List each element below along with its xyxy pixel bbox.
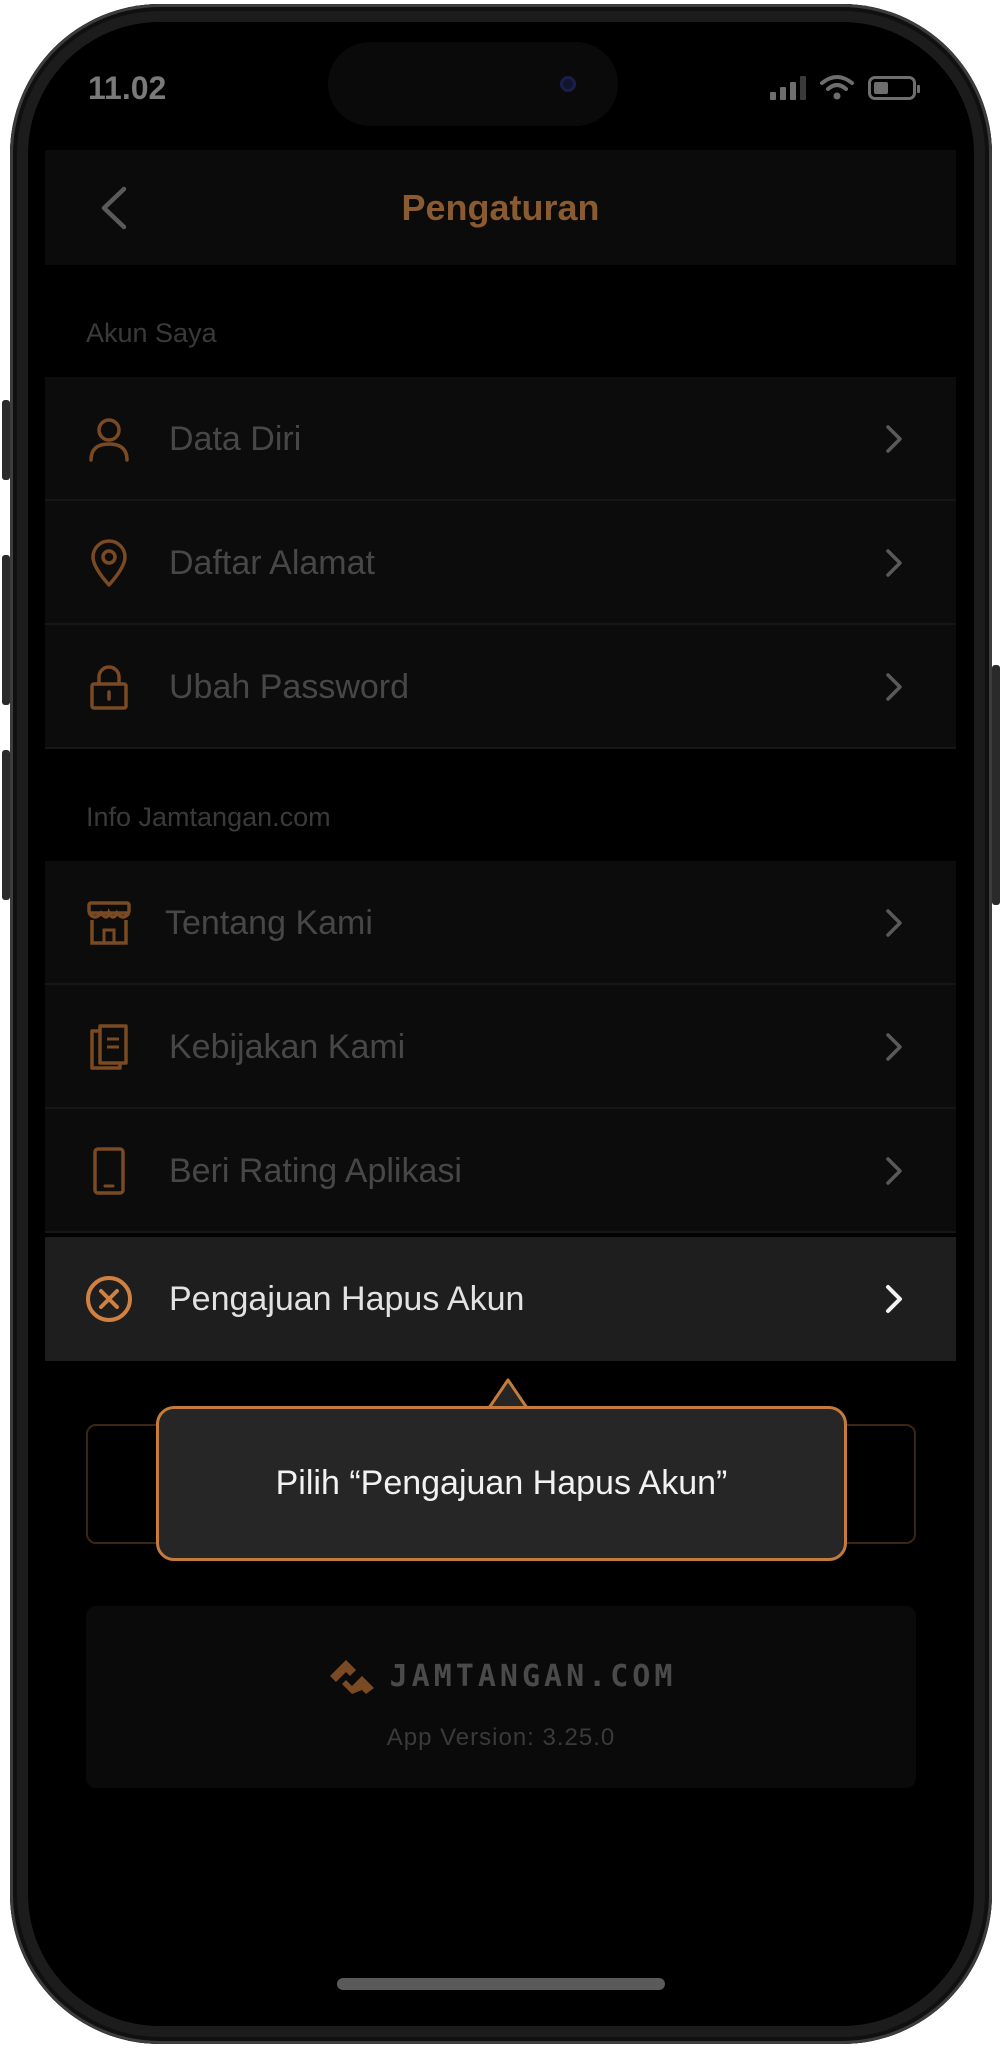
home-indicator[interactable] (337, 1978, 665, 1990)
app-version: App Version: 3.25.0 (386, 1724, 616, 1751)
status-time: 11.02 (88, 70, 167, 106)
chevron-right-icon (886, 1157, 902, 1185)
menu-item-kebijakan-kami[interactable]: Kebijakan Kami (45, 985, 956, 1109)
menu-item-label: Data Diri (169, 420, 302, 458)
menu-item-ubah-password[interactable]: Ubah Password (45, 625, 956, 749)
cellular-signal-icon (770, 76, 806, 100)
clipboard-icon (90, 1024, 128, 1070)
status-icons (770, 74, 920, 100)
app-info-card: JAMTANGAN.COM App Version: 3.25.0 (86, 1606, 916, 1788)
chevron-right-icon (886, 1285, 902, 1313)
navigation-bar: Pengaturan (45, 150, 956, 265)
battery-icon (868, 76, 920, 100)
section-label-info: Info Jamtangan.com (86, 802, 331, 832)
jamtangan-logo-icon (329, 1660, 374, 1694)
brand-logo: JAMTANGAN.COM (86, 1656, 916, 1696)
chevron-right-icon (886, 673, 902, 701)
power-button (992, 665, 1000, 905)
chevron-right-icon (886, 909, 902, 937)
lock-icon (90, 665, 128, 710)
chevron-right-icon (886, 425, 902, 453)
menu-item-beri-rating[interactable]: Beri Rating Aplikasi (45, 1109, 956, 1233)
menu-item-label: Tentang Kami (165, 904, 373, 942)
volume-up-button (2, 555, 10, 705)
volume-down-button (2, 750, 10, 900)
onboarding-tooltip: Pilih “Pengajuan Hapus Akun” (156, 1406, 847, 1561)
menu-item-label: Kebijakan Kami (169, 1028, 406, 1066)
wifi-icon (820, 75, 854, 100)
store-icon (87, 901, 131, 945)
phone-icon (93, 1147, 125, 1195)
brand-name: JAMTANGAN.COM (389, 1658, 677, 1694)
user-icon (89, 418, 129, 462)
section-label-akun-saya: Akun Saya (86, 318, 217, 348)
menu-item-data-diri[interactable]: Data Diri (45, 377, 956, 501)
location-pin-icon (91, 539, 127, 587)
menu-item-label: Pengajuan Hapus Akun (169, 1280, 525, 1318)
action-button (2, 400, 10, 480)
menu-item-label: Beri Rating Aplikasi (169, 1152, 462, 1190)
chevron-right-icon (886, 549, 902, 577)
camera-icon (560, 76, 576, 92)
menu-item-daftar-alamat[interactable]: Daftar Alamat (45, 501, 956, 625)
close-circle-icon (86, 1276, 132, 1322)
page-title: Pengaturan (401, 187, 600, 228)
tooltip-text: Pilih “Pengajuan Hapus Akun” (275, 1464, 728, 1502)
menu-item-label: Daftar Alamat (169, 544, 375, 582)
menu-item-pengajuan-hapus-akun[interactable]: Pengajuan Hapus Akun (45, 1237, 956, 1361)
menu-item-tentang-kami[interactable]: Tentang Kami (45, 861, 956, 985)
chevron-right-icon (886, 1033, 902, 1061)
menu-item-label: Ubah Password (169, 668, 410, 706)
